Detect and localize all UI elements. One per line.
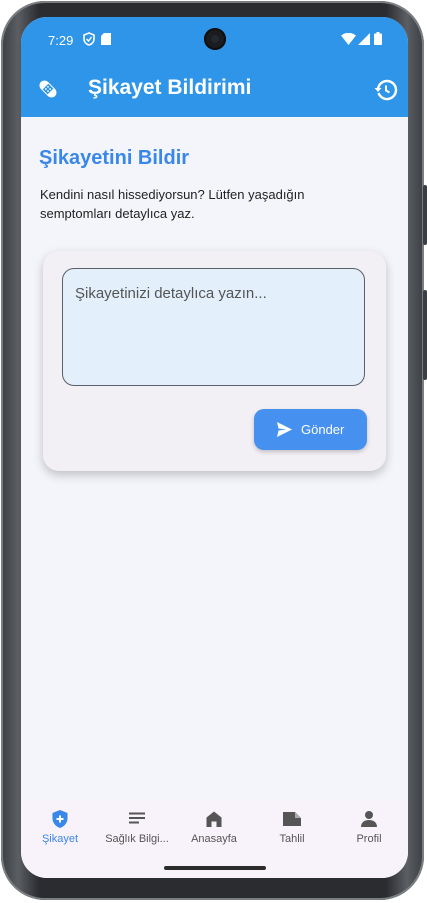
wifi-icon xyxy=(341,33,356,45)
status-bar: 7:29 xyxy=(21,17,408,62)
complaint-card: Şikayetinizi detaylıca yazın... Gönder xyxy=(43,251,386,471)
nav-item-label: Profil xyxy=(356,833,382,845)
history-icon[interactable] xyxy=(374,78,398,102)
signal-icon xyxy=(358,33,370,45)
nav-item-label: Sağlık Bilgi... xyxy=(105,833,169,845)
home-indicator[interactable] xyxy=(164,866,266,870)
person-icon xyxy=(361,811,377,827)
send-button[interactable]: Gönder xyxy=(254,409,367,450)
app-bar: Şikayet Bildirimi xyxy=(21,62,408,117)
send-button-label: Gönder xyxy=(301,422,345,437)
nav-item-label: Tahlil xyxy=(279,833,305,845)
send-icon xyxy=(277,422,292,437)
section-heading: Şikayetini Bildir xyxy=(39,147,190,169)
complaint-input[interactable]: Şikayetinizi detaylıca yazın... xyxy=(62,268,365,386)
nav-item-profil[interactable]: Profil xyxy=(330,800,408,860)
nav-item-sikayet[interactable]: Şikayet xyxy=(21,800,99,860)
front-camera xyxy=(204,28,226,50)
label-icon xyxy=(283,812,301,826)
status-time: 7:29 xyxy=(48,33,74,48)
nav-item-label: Şikayet xyxy=(41,833,79,845)
nav-item-saglik-bilgi[interactable]: Sağlık Bilgi... xyxy=(98,800,176,860)
shield-plus-icon xyxy=(52,810,68,828)
nav-item-label: Anasayfa xyxy=(191,833,237,845)
power-button xyxy=(423,290,427,380)
sd-card-icon xyxy=(101,33,111,45)
volume-button xyxy=(423,185,427,245)
battery-icon xyxy=(374,32,382,45)
shield-status-icon xyxy=(83,32,95,46)
notes-icon xyxy=(129,812,145,824)
nav-item-anasayfa[interactable]: Anasayfa xyxy=(175,800,253,860)
bandage-logo-icon xyxy=(39,80,57,98)
home-icon xyxy=(206,811,222,827)
section-description: Kendini nasıl hissediyorsun? Lütfen yaşa… xyxy=(40,187,305,221)
screen: 7:29 Şikayet Bildirimi Şikayetini Bildir… xyxy=(21,17,408,878)
page-title: Şikayet Bildirimi xyxy=(88,76,252,99)
nav-item-tahlil[interactable]: Tahlil xyxy=(253,800,331,860)
